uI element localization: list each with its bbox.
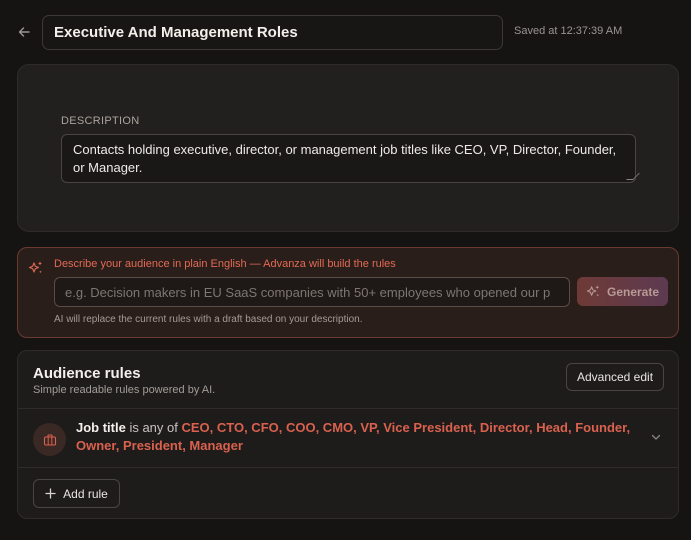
description-card: DESCRIPTION Contacts holding executive, … [17, 64, 679, 232]
rule-operator: is any of [125, 420, 182, 435]
rule-field: Job title [76, 420, 126, 435]
rules-subtitle: Simple readable rules powered by AI. [33, 384, 216, 396]
add-rule-label: Add rule [63, 486, 108, 501]
rules-title: Audience rules [33, 365, 141, 382]
ai-builder-hint: AI will replace the current rules with a… [54, 314, 363, 325]
ai-prompt-input[interactable]: e.g. Decision makers in EU SaaS companie… [54, 277, 570, 307]
description-textarea[interactable]: Contacts holding executive, director, or… [61, 134, 640, 183]
advanced-edit-button[interactable]: Advanced edit [566, 363, 664, 391]
divider [18, 467, 678, 468]
audience-rules-card: Audience rules Simple readable rules pow… [17, 350, 679, 519]
ai-builder-card: Describe your audience in plain English … [17, 247, 679, 338]
rule-row[interactable]: Job title is any of CEO, CTO, CFO, COO, … [18, 409, 678, 467]
saved-status: Saved at 12:37:39 AM [514, 25, 623, 37]
generate-label: Generate [606, 284, 660, 299]
rule-description: Job title is any of CEO, CTO, CFO, COO, … [76, 419, 646, 455]
advanced-edit-label: Advanced edit [576, 370, 654, 384]
add-rule-button[interactable]: Add rule [33, 479, 120, 508]
back-button[interactable] [14, 22, 34, 42]
resize-handle-icon[interactable] [626, 173, 640, 180]
segment-title-input[interactable]: Executive And Management Roles [42, 15, 503, 50]
description-text: Contacts holding executive, director, or… [73, 142, 617, 175]
rule-icon-badge [33, 423, 66, 456]
briefcase-icon [43, 433, 56, 446]
sparkle-icon [586, 285, 600, 297]
segment-title: Executive And Management Roles [54, 24, 298, 41]
description-label: DESCRIPTION [61, 115, 140, 127]
generate-button[interactable]: Generate [577, 277, 668, 306]
ai-builder-title: Describe your audience in plain English … [54, 258, 396, 270]
sparkle-icon [28, 261, 42, 274]
chevron-down-icon[interactable] [650, 431, 662, 443]
plus-icon [45, 488, 56, 499]
ai-prompt-placeholder: e.g. Decision makers in EU SaaS companie… [65, 284, 551, 300]
arrow-left-icon [18, 27, 30, 37]
